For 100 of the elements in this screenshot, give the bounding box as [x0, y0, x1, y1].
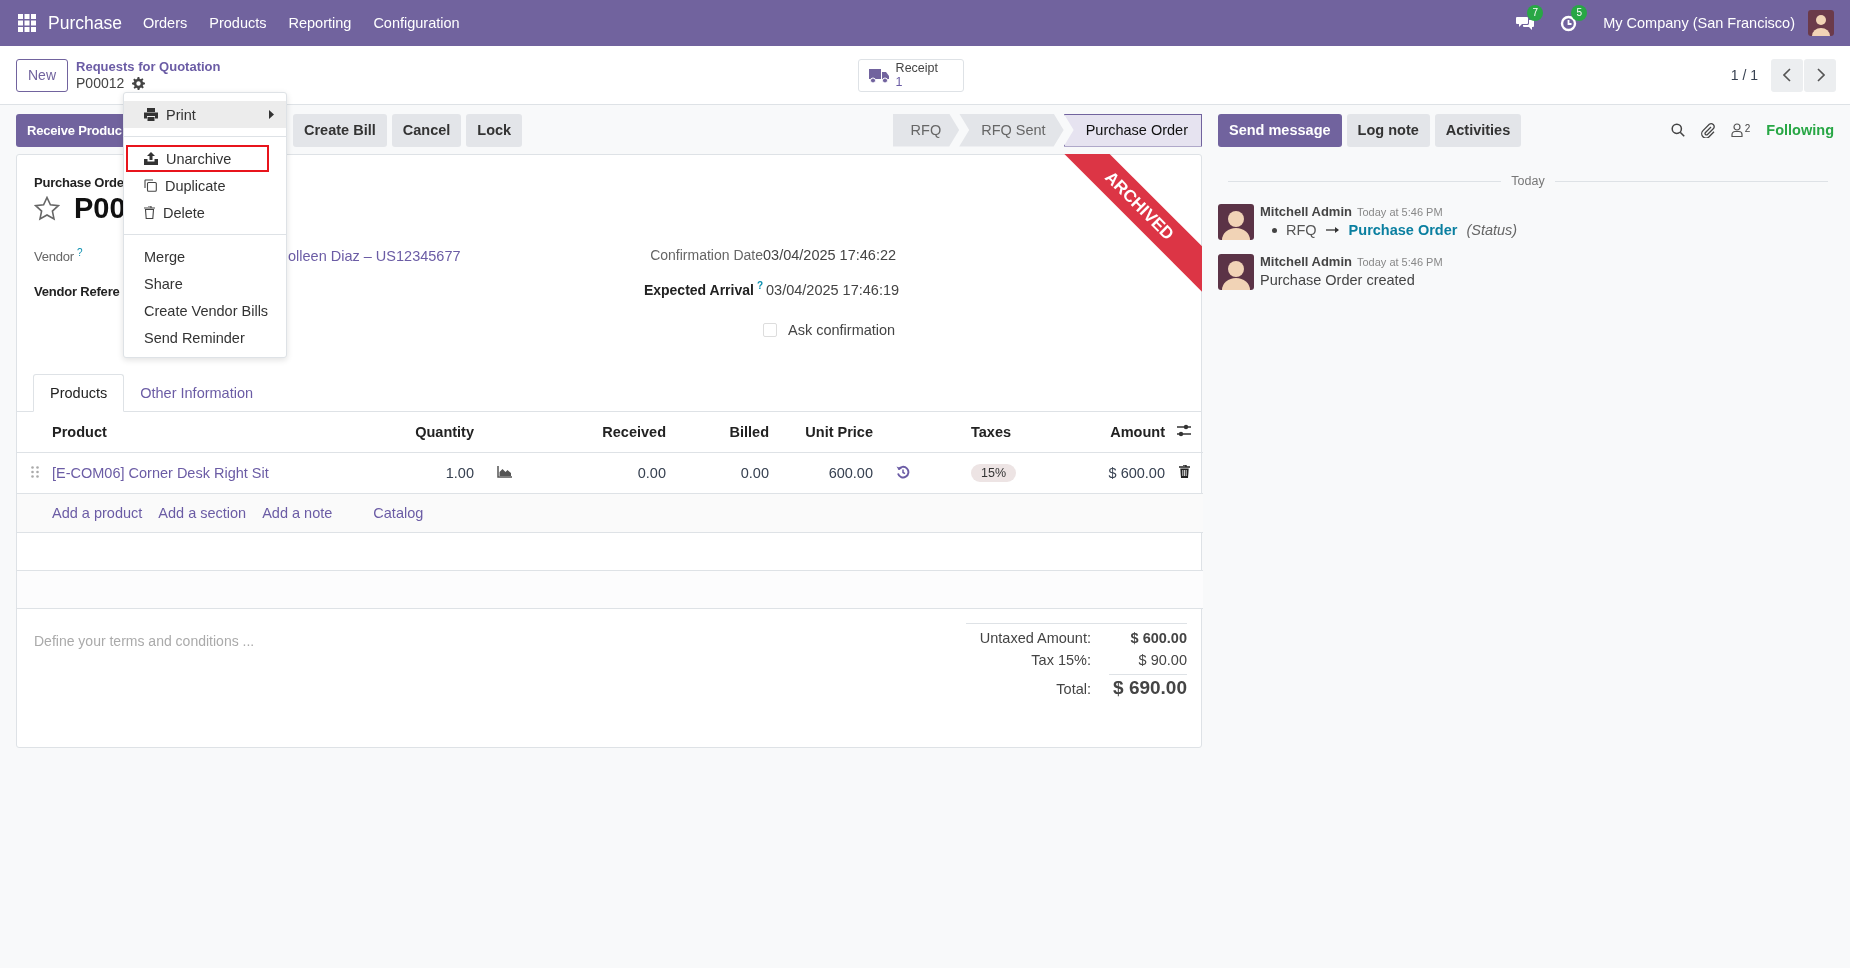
chatter-button[interactable]: Log note — [1346, 113, 1430, 147]
search-icon[interactable] — [1670, 123, 1685, 137]
app-name[interactable]: Purchase — [48, 12, 122, 34]
apps-menu-icon[interactable] — [18, 14, 36, 32]
table-cell: 1.00 — [445, 465, 474, 481]
upload-icon — [144, 152, 158, 165]
message-author: Mitchell Admin — [1260, 204, 1352, 219]
tracked-field: (Status) — [1466, 222, 1518, 238]
old-value: RFQ — [1286, 222, 1317, 238]
field-label: Vendor Refere — [34, 284, 120, 299]
column-header[interactable]: Taxes — [971, 424, 1012, 440]
total-label: Total: — [1056, 681, 1091, 697]
column-header[interactable]: Quantity — [415, 424, 474, 440]
tax-tag: 15% — [971, 464, 1017, 482]
chevron-right-icon — [1815, 68, 1825, 82]
message-time: Today at 5:46 PM — [1356, 256, 1443, 268]
paperclip-icon[interactable] — [1700, 122, 1715, 138]
message-time: Today at 5:46 PM — [1356, 206, 1443, 218]
action-button[interactable]: Cancel — [391, 113, 462, 147]
column-header[interactable]: Unit Price — [805, 424, 873, 440]
total-value: $ 600.00 — [1129, 630, 1187, 646]
menu-item[interactable]: Print — [124, 101, 286, 128]
clock-icon[interactable] — [1560, 14, 1578, 32]
previous-button[interactable] — [1771, 58, 1803, 92]
menu-item[interactable]: Create Vendor Bills — [124, 297, 286, 324]
total-label: Untaxed Amount: — [979, 630, 1091, 646]
total-label: Tax 15%: — [1031, 652, 1091, 668]
tab[interactable]: Products — [33, 374, 125, 412]
status-step[interactable]: Purchase Order — [1063, 113, 1202, 147]
checkbox[interactable] — [763, 322, 777, 337]
action-button[interactable]: Create Bill — [293, 113, 387, 147]
nav-menu-item[interactable]: Configuration — [373, 15, 460, 31]
history-icon[interactable] — [896, 464, 910, 479]
field-label: Expected Arrival $^{?}$ — [643, 281, 763, 298]
add-line-link[interactable]: Add a note — [262, 505, 333, 521]
nav-menu-item[interactable]: Reporting — [288, 15, 352, 31]
author-avatar[interactable] — [1218, 204, 1254, 240]
add-line-link[interactable]: Add a section — [158, 505, 247, 521]
date-divider: Today — [1510, 174, 1546, 188]
author-avatar[interactable] — [1218, 254, 1254, 290]
product-link[interactable]: [E-COM06] Corner Desk Right Sit — [52, 465, 269, 481]
total-value: $ 90.00 — [1137, 652, 1187, 668]
checkbox-label: Ask confirmation — [788, 321, 896, 338]
copy-icon — [144, 179, 157, 192]
action-button[interactable]: Lock — [466, 113, 523, 147]
area-chart-icon[interactable] — [496, 466, 512, 478]
star-icon[interactable] — [34, 196, 60, 221]
table-cell: 0.00 — [740, 465, 769, 481]
trash-icon[interactable] — [1178, 465, 1190, 478]
field-label: Confirmation Date — [650, 247, 763, 263]
menu-item[interactable]: Unarchive — [126, 145, 269, 172]
nav-menu-item[interactable]: Orders — [142, 15, 188, 31]
new-value: Purchase Order — [1348, 222, 1458, 238]
followers-count: 2 — [1744, 123, 1751, 134]
field-label: Purchase Orde — [34, 175, 124, 190]
menu-item[interactable]: Delete — [124, 199, 286, 226]
printer-icon — [144, 108, 158, 121]
column-header[interactable]: Billed — [729, 424, 769, 440]
status-step[interactable]: RFQ — [892, 113, 960, 147]
chatter-button[interactable]: Activities — [1434, 113, 1522, 147]
company-switcher[interactable]: My Company (San Francisco) — [1603, 15, 1795, 31]
column-header[interactable]: Amount — [1110, 424, 1165, 440]
total-value: $ 690.00 — [1109, 674, 1187, 699]
vendor-link[interactable]: olleen Diaz – US12345677 — [288, 248, 461, 265]
notification-badge: 5 — [1571, 4, 1588, 21]
table-cell: $ 600.00 — [1108, 465, 1165, 481]
chevron-left-icon — [1782, 68, 1792, 82]
column-header[interactable]: Product — [52, 424, 107, 440]
message-body: Purchase Order created — [1260, 272, 1416, 288]
field-label: Vendor $^{?}$ — [34, 249, 83, 265]
bullet-icon — [1272, 227, 1277, 233]
next-button[interactable] — [1804, 58, 1836, 92]
record-title: P00 — [74, 192, 126, 225]
drag-handle-icon[interactable] — [30, 466, 39, 478]
receipt-smart-button[interactable]: Receipt 1 — [857, 58, 964, 92]
arrow-icon — [1325, 226, 1340, 234]
pager-value: 1 / 1 — [1730, 67, 1758, 83]
trash-icon — [144, 206, 155, 219]
chatter-button[interactable]: Send message — [1218, 113, 1342, 147]
message-author: Mitchell Admin — [1260, 254, 1352, 269]
column-header[interactable]: Received — [602, 424, 666, 440]
record-name: P00012 — [76, 75, 125, 92]
menu-item[interactable]: Share — [124, 270, 286, 297]
menu-item[interactable]: Send Reminder — [124, 324, 286, 351]
user-avatar[interactable] — [1808, 10, 1834, 36]
table-cell: 0.00 — [637, 465, 666, 481]
menu-item[interactable]: Merge — [124, 243, 286, 270]
truck-icon — [868, 66, 890, 84]
menu-item[interactable]: Duplicate — [124, 172, 286, 199]
add-line-link[interactable]: Add a product — [52, 505, 143, 521]
breadcrumb-link[interactable]: Requests for Quotation — [76, 58, 221, 75]
nav-menu-item[interactable]: Products — [209, 15, 267, 31]
add-line-link[interactable]: Catalog — [373, 505, 424, 521]
followers-icon[interactable] — [1730, 123, 1743, 137]
gear-icon[interactable] — [132, 77, 146, 90]
chat-icon[interactable] — [1516, 15, 1535, 31]
settings-icon[interactable] — [1177, 424, 1191, 437]
new-button[interactable]: New — [16, 58, 68, 92]
status-step[interactable]: RFQ Sent — [959, 113, 1064, 147]
tab[interactable]: Other Information — [124, 374, 270, 412]
